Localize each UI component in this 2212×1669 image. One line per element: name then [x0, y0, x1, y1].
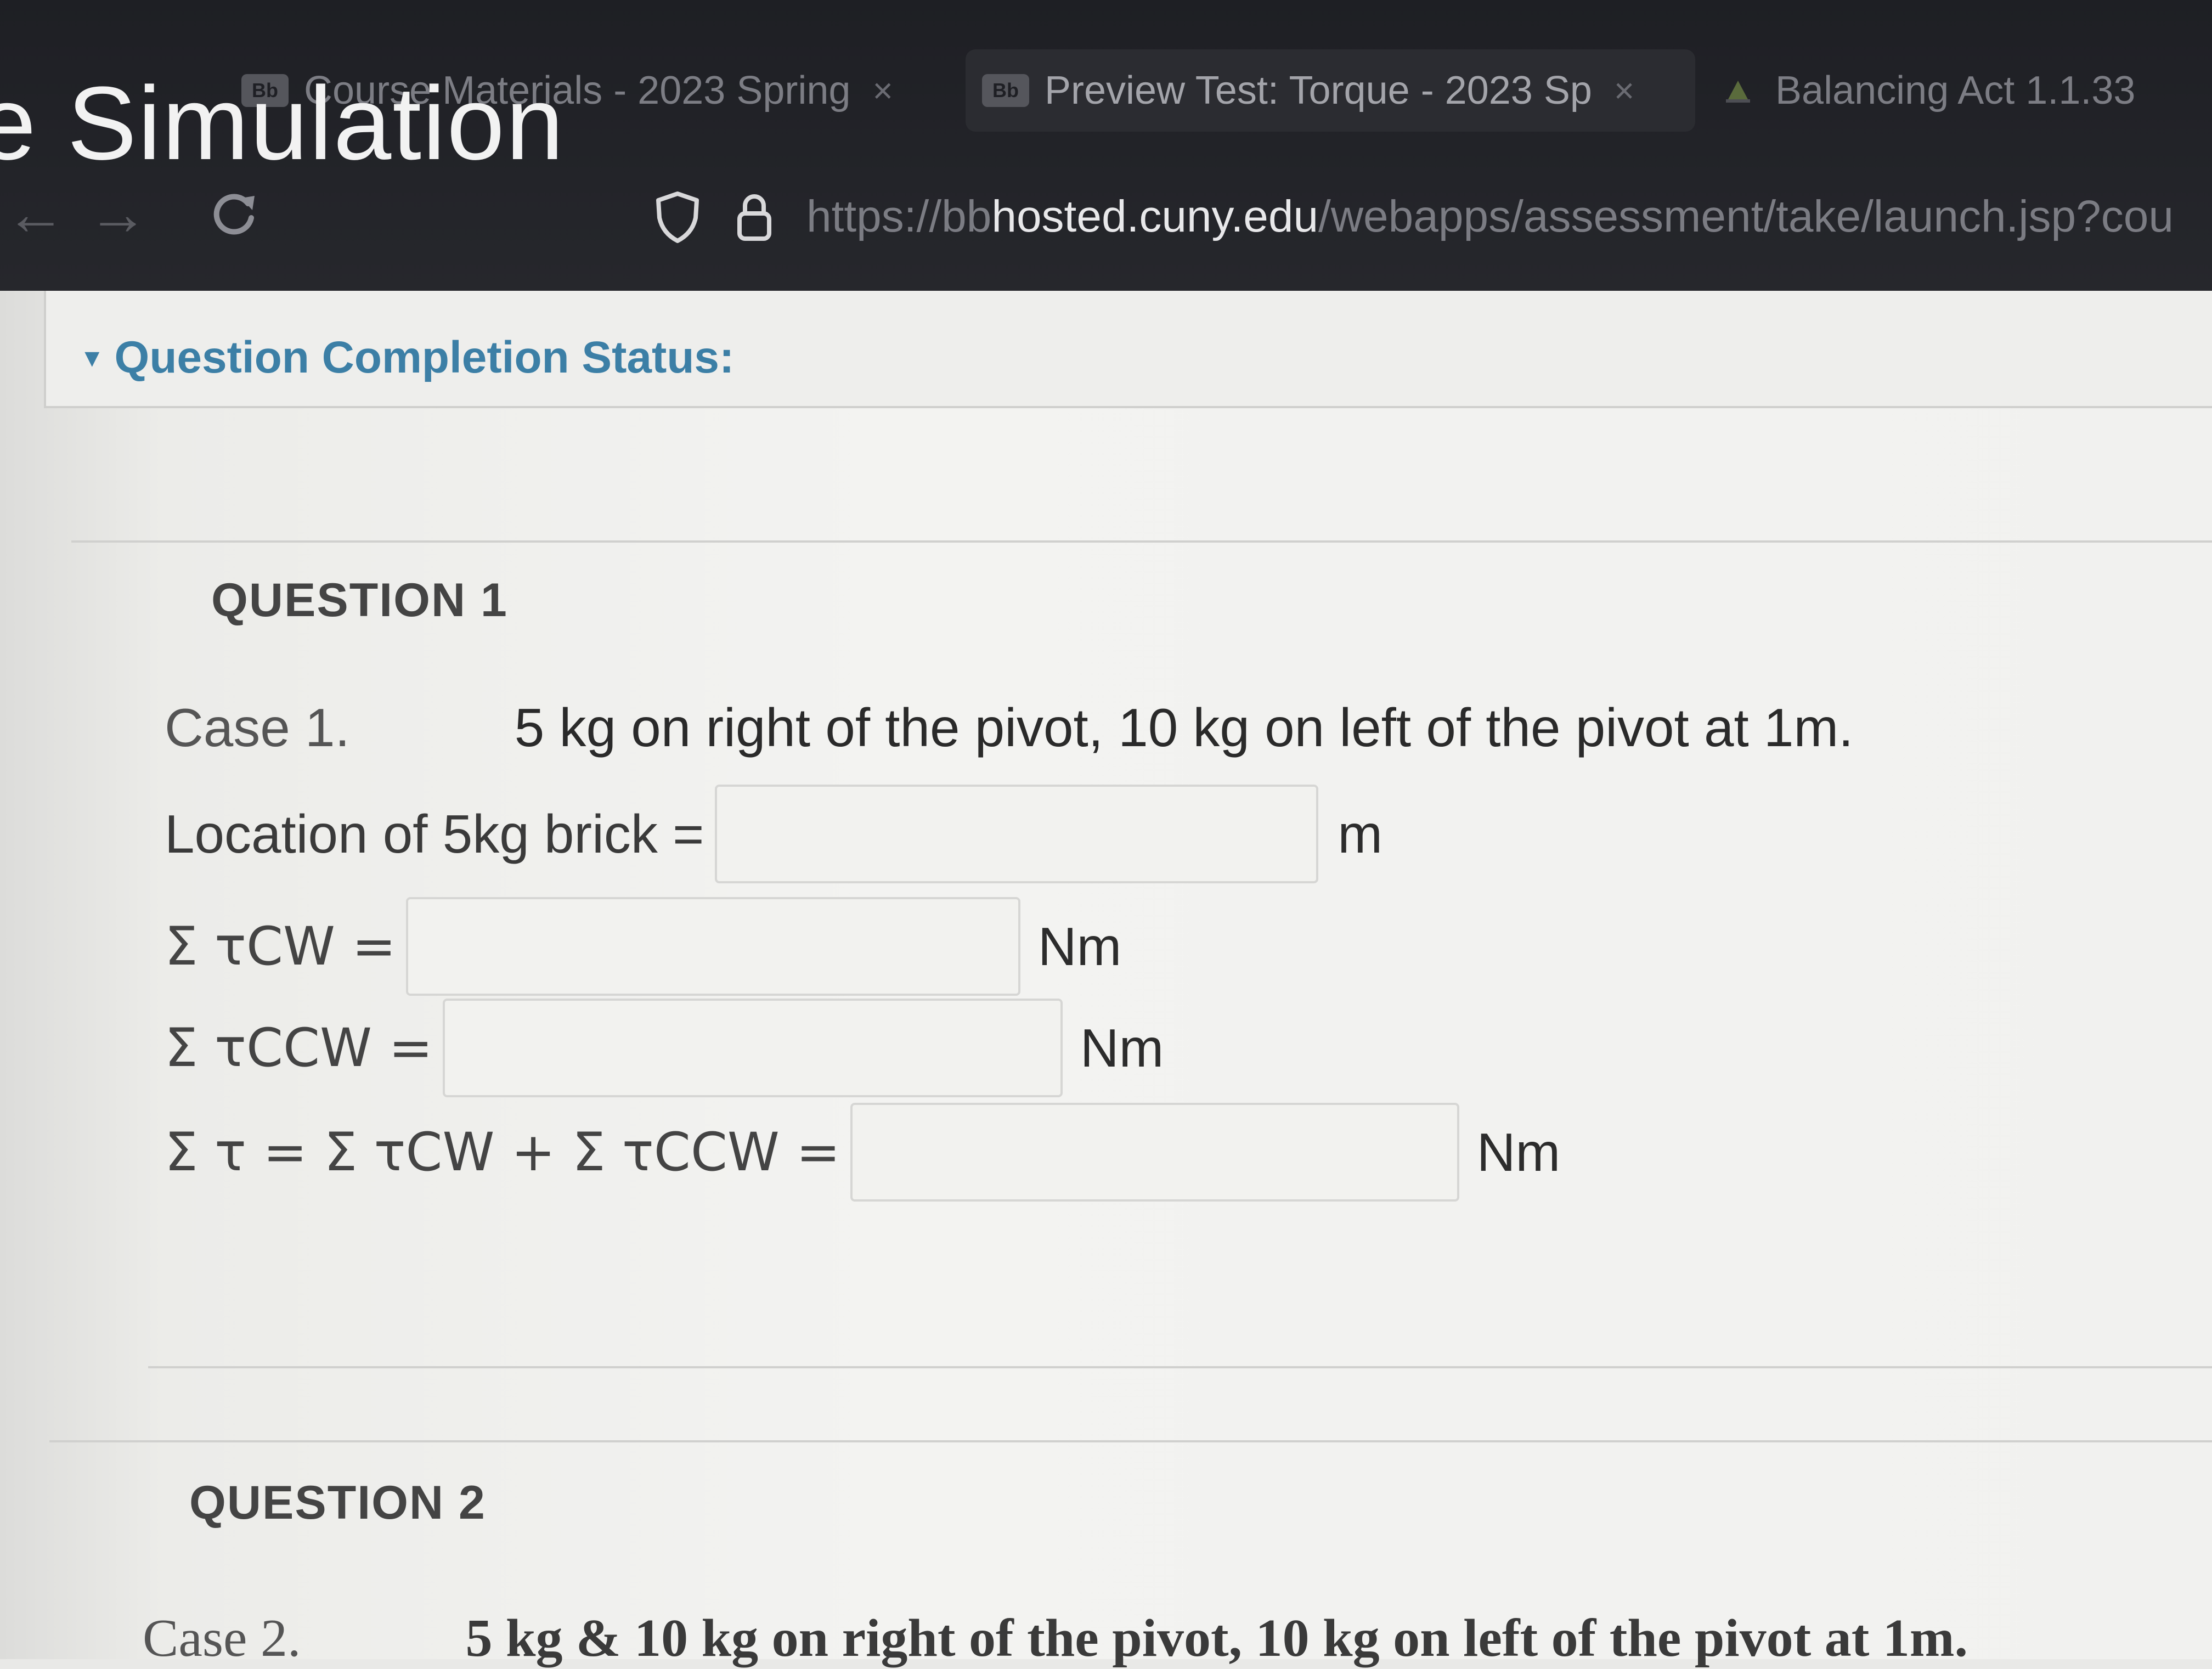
location-label: Location of 5kg brick =: [165, 803, 704, 864]
shield-icon[interactable]: [653, 189, 702, 244]
reload-icon[interactable]: [203, 184, 263, 244]
assessment-page: ▼ Question Completion Status: QUESTION 1…: [0, 291, 2212, 1668]
url-bar[interactable]: https://bbhosted.cuny.edu/webapps/assess…: [653, 181, 2212, 252]
tab-balancing-act[interactable]: Balancing Act 1.1.33: [1723, 49, 2212, 132]
tab-preview-test[interactable]: Bb Preview Test: Torque - 2023 Sp ×: [966, 49, 1695, 132]
simulation-icon: [1726, 81, 1750, 103]
net-torque-label: Σ τ = Σ τCW + Σ τCCW =: [165, 1121, 840, 1183]
ccw-torque-label: Σ τCCW =: [165, 1017, 433, 1079]
chevron-down-icon: ▼: [80, 343, 105, 372]
ccw-torque-input[interactable]: [442, 999, 1063, 1097]
location-input[interactable]: [715, 785, 1319, 883]
tab-label: Balancing Act 1.1.33: [1775, 69, 2136, 112]
cw-torque-row: Σ τCW = Nm: [165, 897, 1121, 996]
completion-status-label: Question Completion Status:: [114, 332, 735, 382]
net-torque-input[interactable]: [850, 1103, 1459, 1202]
question-1-case: Case 1. 5 kg on right of the pivot, 10 kg…: [165, 697, 1853, 759]
divider: [148, 1366, 2212, 1368]
arrow-right-icon[interactable]: →: [88, 184, 148, 244]
net-torque-row: Σ τ = Σ τCW + Σ τCCW = Nm: [165, 1103, 1560, 1202]
browser-chrome: Bb Course Materials - 2023 Spring × Bb P…: [0, 0, 2212, 291]
divider: [49, 1440, 2212, 1442]
case-label: Case 1.: [165, 697, 350, 758]
page-title: e Simulation: [0, 65, 565, 182]
tab-label: Preview Test: Torque - 2023 Sp: [1045, 69, 1592, 112]
question-2-heading: QUESTION 2: [189, 1476, 486, 1529]
location-unit: m: [1338, 803, 1383, 864]
divider: [71, 540, 2212, 543]
url-text[interactable]: https://bbhosted.cuny.edu/webapps/assess…: [806, 191, 2174, 243]
lock-icon[interactable]: [730, 189, 779, 244]
net-torque-unit: Nm: [1476, 1121, 1561, 1182]
arrow-left-icon[interactable]: ←: [5, 184, 66, 244]
cw-torque-input[interactable]: [405, 897, 1020, 996]
cw-torque-label: Σ τCW =: [165, 916, 396, 977]
case-text: 5 kg on right of the pivot, 10 kg on lef…: [514, 697, 1854, 758]
question-1-heading: QUESTION 1: [211, 574, 508, 627]
cw-torque-unit: Nm: [1037, 916, 1122, 977]
close-icon[interactable]: ×: [872, 70, 893, 111]
blackboard-icon: Bb: [982, 74, 1029, 107]
question-2-case: Case 2. 5 kg & 10 kg on right of the pivo…: [143, 1608, 1968, 1669]
ccw-torque-unit: Nm: [1080, 1017, 1164, 1078]
close-icon[interactable]: ×: [1614, 70, 1634, 111]
location-row: Location of 5kg brick = m: [165, 785, 1383, 883]
completion-status-toggle[interactable]: ▼ Question Completion Status:: [80, 332, 734, 384]
ccw-torque-row: Σ τCCW = Nm: [165, 999, 1164, 1097]
